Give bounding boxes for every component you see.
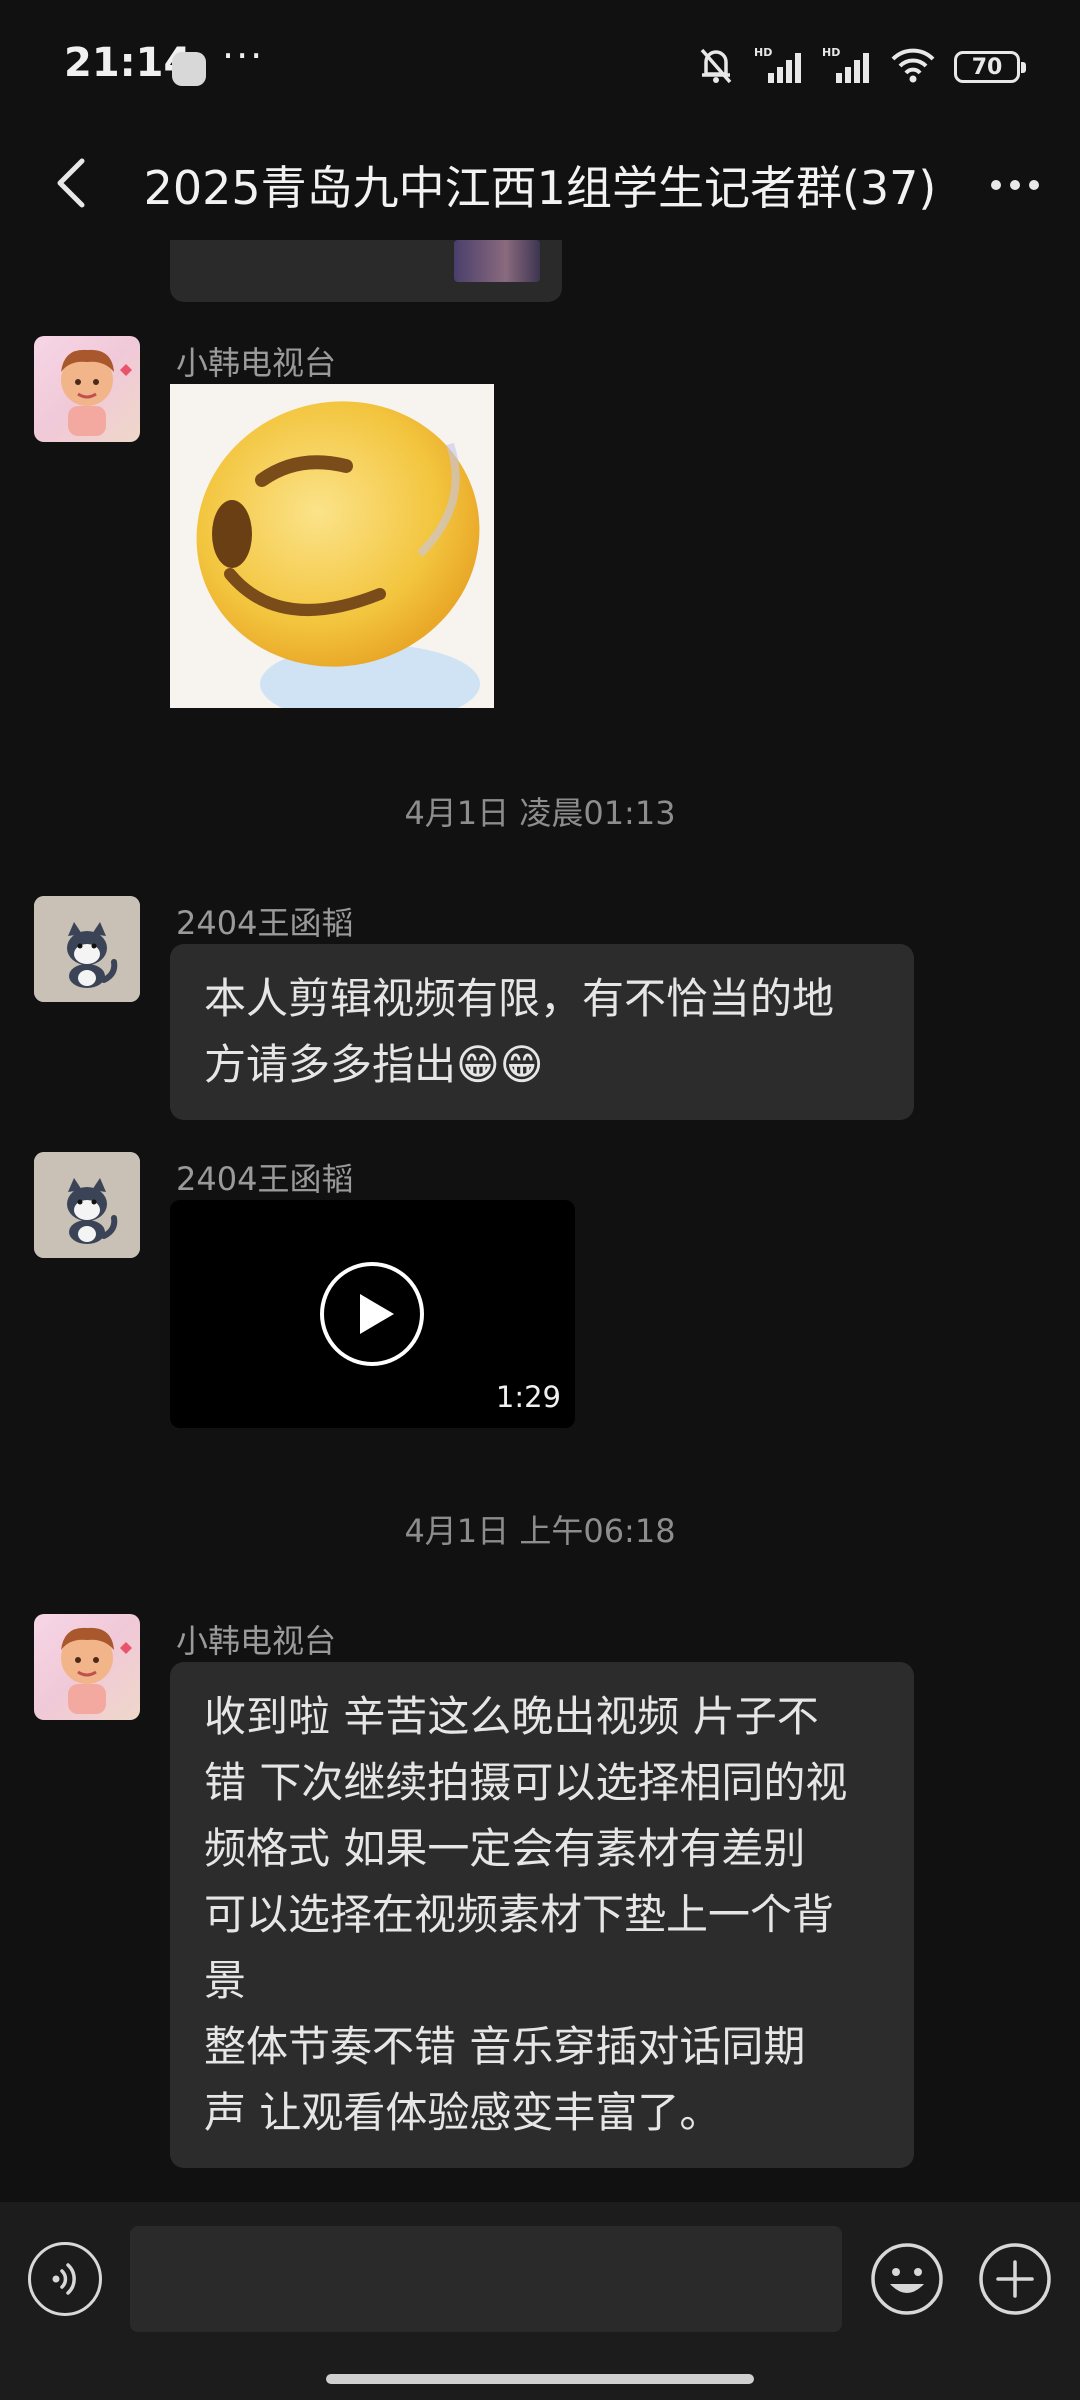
photo-thumbnail[interactable] bbox=[454, 240, 540, 282]
avatar[interactable] bbox=[34, 336, 140, 442]
voice-button[interactable] bbox=[28, 2242, 102, 2316]
message-line: 频格式 如果一定会有素材有差别 bbox=[204, 1824, 806, 1873]
message-bubble[interactable]: 收到啦 辛苦这么晚出视频 片子不 错 下次继续拍摄可以选择相同的视 频格式 如果… bbox=[170, 1662, 914, 2168]
wechat-chat-screen: 21:14 ··· HD HD 70 2025青岛九中江西1组学生记者群(37)… bbox=[0, 0, 1080, 2400]
svg-text:HD: HD bbox=[754, 46, 772, 59]
husky-dog-avatar-icon bbox=[34, 1152, 140, 1258]
message-line: 整体节奏不错 音乐穿插对话同期 bbox=[204, 2022, 806, 2071]
more-horizontal-icon bbox=[991, 180, 1039, 190]
message-input[interactable] bbox=[130, 2226, 842, 2332]
status-bar: 21:14 ··· HD HD 70 bbox=[0, 0, 1080, 130]
message-line: 收到啦 辛苦这么晚出视频 片子不 bbox=[204, 1692, 819, 1741]
husky-dog-avatar-icon bbox=[34, 896, 140, 1002]
wifi-icon bbox=[890, 46, 936, 88]
voice-icon bbox=[52, 2263, 76, 2295]
video-duration: 1:29 bbox=[495, 1380, 561, 1414]
message-line: 可以选择在视频素材下垫上一个背 bbox=[204, 1890, 835, 1939]
message-line: 错 下次继续拍摄可以选择相同的视 bbox=[204, 1758, 848, 1807]
battery-icon: 70 bbox=[954, 51, 1026, 83]
emoji-icon bbox=[871, 2243, 943, 2315]
video-message[interactable]: 1:29 bbox=[170, 1200, 575, 1428]
message-line: 方请多多指出😁😁 bbox=[204, 1040, 544, 1089]
cartoon-boy-avatar-icon bbox=[61, 1627, 132, 1714]
avatar[interactable] bbox=[34, 1152, 140, 1258]
more-functions-button[interactable] bbox=[978, 2242, 1052, 2316]
signal-hd-icon: HD bbox=[822, 45, 872, 89]
signal-hd-icon: HD bbox=[754, 45, 804, 89]
bell-muted-icon bbox=[696, 44, 736, 90]
message-line: 景 bbox=[204, 1956, 247, 2005]
play-icon bbox=[320, 1262, 424, 1366]
sender-name: 2404王函韬 bbox=[176, 1160, 354, 1198]
message-bubble[interactable]: 本人剪辑视频有限，有不恰当的地 方请多多指出😁😁 bbox=[170, 944, 914, 1120]
grinning-face-sticker[interactable] bbox=[170, 384, 494, 708]
sticker-image bbox=[170, 384, 494, 708]
sender-name: 2404王函韬 bbox=[176, 904, 354, 942]
message-timestamp: 4月1日 凌晨01:13 bbox=[404, 794, 676, 832]
input-bar bbox=[0, 2202, 1080, 2400]
home-indicator[interactable] bbox=[326, 2374, 754, 2384]
chat-header: 2025青岛九中江西1组学生记者群(37) bbox=[0, 130, 1080, 240]
message-line: 本人剪辑视频有限，有不恰当的地 bbox=[204, 974, 835, 1023]
chevron-left-icon bbox=[57, 158, 85, 208]
emoji-button[interactable] bbox=[870, 2242, 944, 2316]
message-timestamp: 4月1日 上午06:18 bbox=[404, 1512, 676, 1550]
status-more-dots: ··· bbox=[222, 34, 265, 78]
chat-message-list[interactable]: 小韩电视台 4月1日 凌晨01:13 2404王函韬 本人剪辑视频有限，有不恰当… bbox=[0, 240, 1080, 2200]
sender-name: 小韩电视台 bbox=[176, 344, 337, 382]
plus-icon bbox=[979, 2243, 1051, 2315]
more-button[interactable] bbox=[980, 150, 1050, 220]
chat-title: 2025青岛九中江西1组学生记者群(37) bbox=[143, 161, 937, 215]
wechat-app-icon bbox=[172, 52, 206, 86]
back-button[interactable] bbox=[36, 148, 106, 218]
avatar[interactable] bbox=[34, 896, 140, 1002]
status-icons: HD HD 70 bbox=[696, 44, 1026, 90]
avatar[interactable] bbox=[34, 1614, 140, 1720]
battery-level: 70 bbox=[971, 54, 1003, 80]
svg-text:HD: HD bbox=[822, 46, 840, 59]
message-line: 声 让观看体验感变丰富了。 bbox=[204, 2088, 722, 2137]
sender-name: 小韩电视台 bbox=[176, 1622, 337, 1660]
cartoon-boy-avatar-icon bbox=[61, 349, 132, 436]
